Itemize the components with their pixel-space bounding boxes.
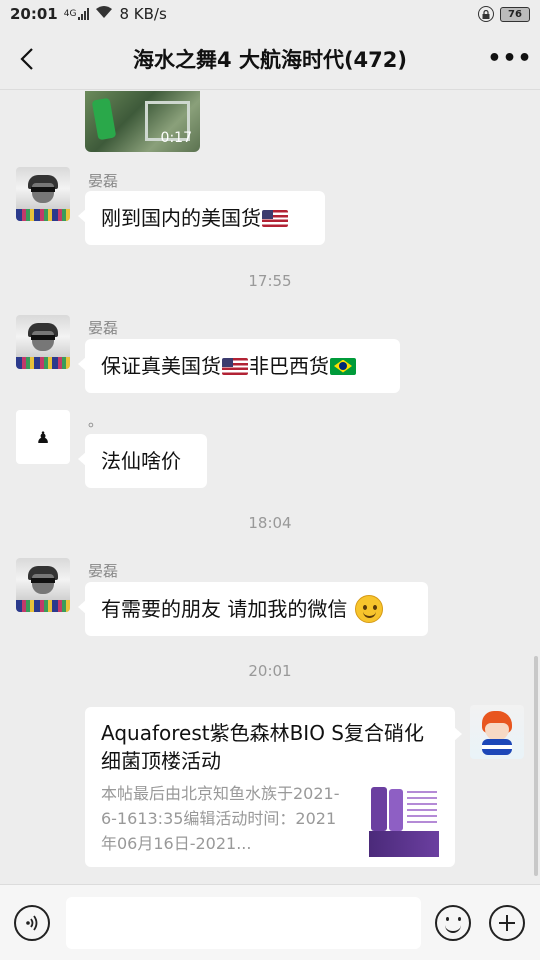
back-button[interactable] (0, 28, 54, 90)
status-bar: 20:01 4G 8 KB/s 76 (0, 0, 540, 28)
message-text: 有需要的朋友 请加我的微信 (101, 597, 348, 621)
battery-icon: 76 (500, 6, 530, 22)
avatar[interactable] (16, 167, 70, 221)
rotation-lock-icon (478, 6, 494, 22)
more-options-button[interactable]: ••• (480, 28, 540, 90)
link-card-thumbnail (369, 785, 439, 857)
input-bar (0, 884, 540, 960)
message-bubble[interactable]: 保证真美国货 非巴西货 (78, 339, 400, 393)
video-frame-detail (91, 97, 117, 141)
voice-icon (26, 915, 38, 931)
status-time: 20:01 (10, 5, 58, 23)
more-actions-button[interactable] (489, 905, 525, 941)
scrollbar[interactable] (534, 656, 538, 876)
avatar[interactable] (16, 558, 70, 612)
message-text: 法仙啥价 (101, 449, 181, 473)
link-card-message[interactable]: Aquaforest紫色森林BIO S复合硝化细菌顶楼活动 本帖最后由北京知鱼水… (85, 707, 462, 867)
smiley-emoji-icon (355, 595, 384, 623)
timestamp: 20:01 (248, 662, 292, 680)
chat-messages[interactable]: 0:17 晏磊 刚到国内的美国货 17:55 晏磊 保证真美国货 非巴西货 ♟ … (0, 91, 540, 883)
timestamp: 18:04 (248, 514, 292, 532)
message-bubble[interactable]: 有需要的朋友 请加我的微信 (78, 582, 428, 636)
avatar[interactable] (16, 315, 70, 369)
us-flag-icon (262, 209, 288, 227)
my-avatar[interactable] (470, 705, 524, 759)
chat-header: 海水之舞4 大航海时代(472) ••• (0, 28, 540, 90)
chat-title: 海水之舞4 大航海时代(472) (133, 47, 407, 72)
message-bubble[interactable]: 法仙啥价 (78, 434, 207, 488)
sender-name: 晏磊 (88, 172, 119, 190)
message-input[interactable] (66, 897, 421, 949)
avatar[interactable]: ♟ (16, 410, 70, 464)
network-type: 4G (63, 9, 77, 19)
message-bubble[interactable]: 刚到国内的美国货 (78, 191, 325, 245)
more-icon: ••• (487, 46, 533, 71)
emoji-button[interactable] (435, 905, 471, 941)
sender-name: 晏磊 (88, 319, 119, 337)
wifi-icon (95, 5, 113, 23)
plus-icon (499, 915, 515, 931)
video-message-thumbnail[interactable]: 0:17 (85, 91, 200, 152)
timestamp: 17:55 (248, 272, 292, 290)
link-card-description: 本帖最后由北京知鱼水族于2021-6-1613:35编辑活动时间：2021年06… (101, 784, 340, 853)
video-duration: 0:17 (160, 130, 192, 146)
signal-icon (78, 8, 90, 20)
message-text: 保证真美国货 (101, 354, 221, 378)
us-flag-icon (222, 357, 248, 375)
sender-name: 。 (88, 412, 104, 430)
brazil-flag-icon (330, 357, 356, 375)
network-speed: 8 KB/s (119, 5, 167, 23)
chevron-left-icon (20, 47, 33, 70)
message-text: 非巴西货 (249, 354, 329, 378)
avatar-glyph: ♟ (35, 427, 51, 447)
voice-input-button[interactable] (14, 905, 50, 941)
message-text: 刚到国内的美国货 (101, 206, 261, 230)
sender-name: 晏磊 (88, 562, 119, 580)
link-card-title: Aquaforest紫色森林BIO S复合硝化细菌顶楼活动 (101, 721, 424, 773)
